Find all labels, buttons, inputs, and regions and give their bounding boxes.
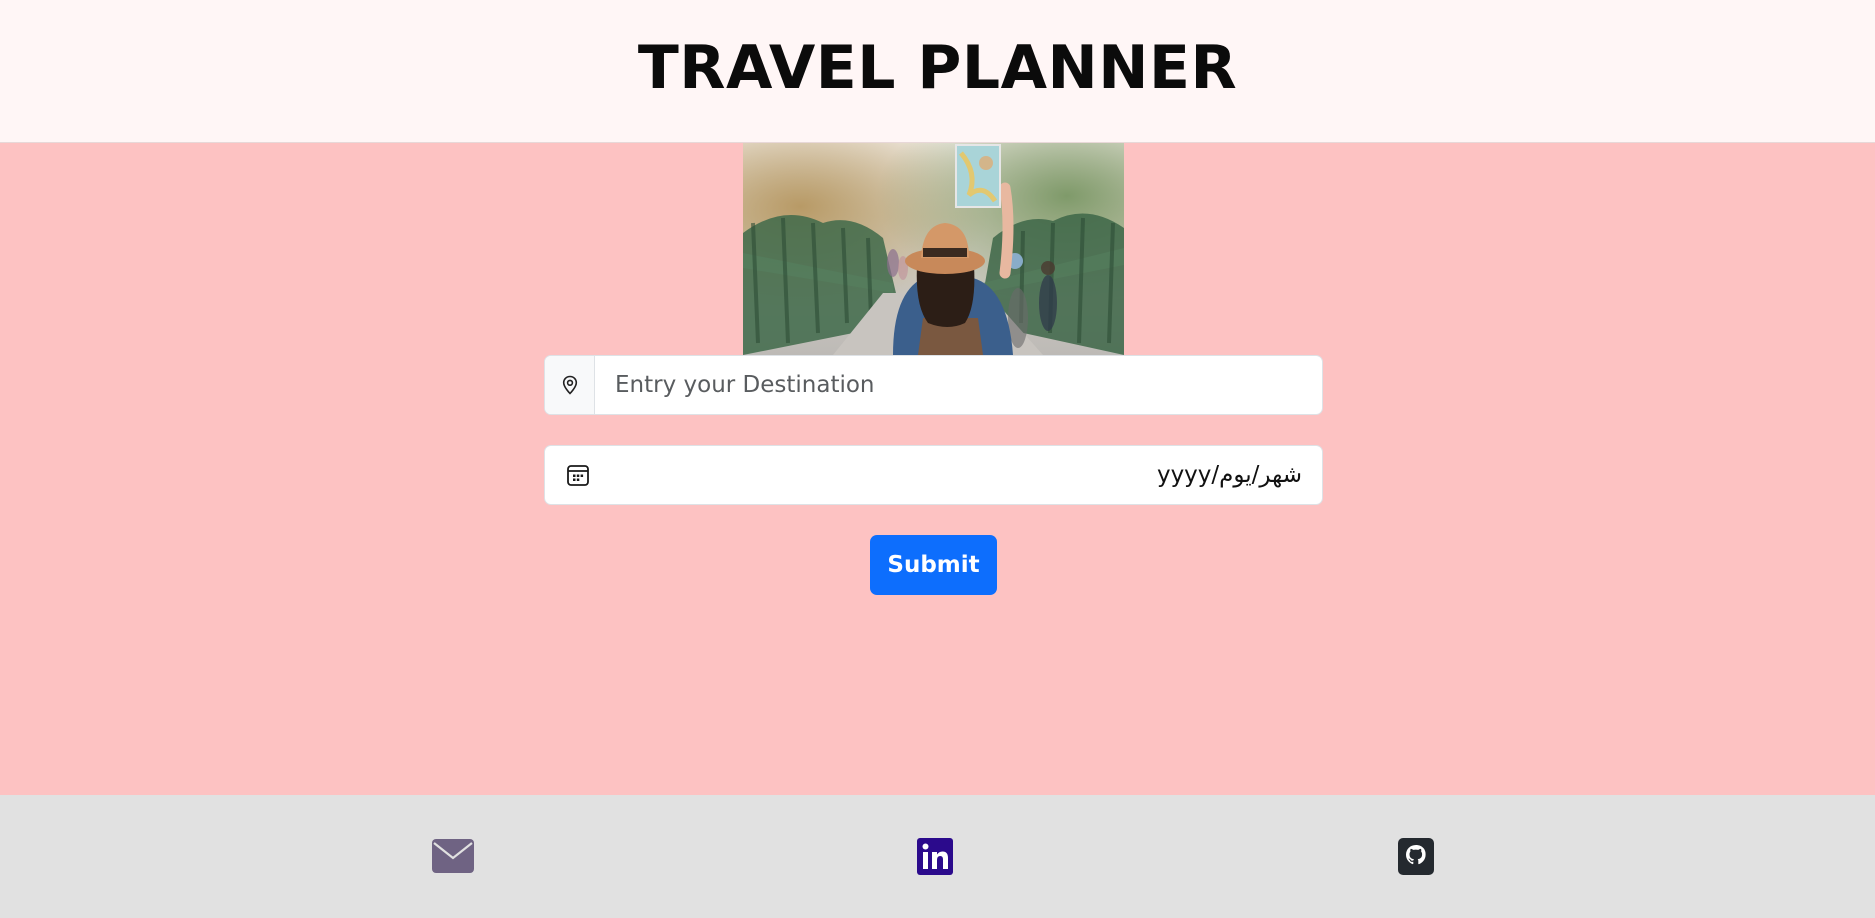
destination-input[interactable] bbox=[595, 356, 1322, 414]
linkedin-icon bbox=[917, 838, 953, 879]
date-input[interactable]: yyyy/شهر/يوم bbox=[611, 462, 1322, 488]
mail-icon bbox=[432, 839, 474, 877]
linkedin-link[interactable] bbox=[917, 838, 959, 876]
hero-image bbox=[743, 143, 1124, 355]
map-pin-icon bbox=[545, 356, 595, 414]
destination-input-group bbox=[544, 355, 1323, 415]
main-content: yyyy/شهر/يوم Submit bbox=[0, 143, 1875, 795]
header: TRAVEL PLANNER bbox=[0, 0, 1875, 143]
page-title: TRAVEL PLANNER bbox=[637, 33, 1238, 103]
calendar-icon[interactable] bbox=[545, 446, 611, 504]
date-input-group[interactable]: yyyy/شهر/يوم bbox=[544, 445, 1323, 505]
github-link[interactable] bbox=[1398, 838, 1440, 876]
github-icon bbox=[1398, 838, 1434, 879]
mail-link[interactable] bbox=[432, 839, 474, 877]
submit-button[interactable]: Submit bbox=[870, 535, 997, 595]
footer bbox=[0, 795, 1875, 918]
